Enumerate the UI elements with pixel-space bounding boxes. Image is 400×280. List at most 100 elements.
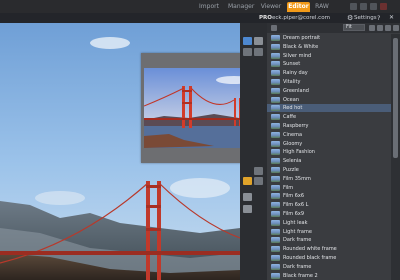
preset-thumbnail — [271, 219, 280, 226]
preset-item[interactable]: Film 6x6 — [267, 192, 391, 200]
brush-icon[interactable] — [254, 48, 263, 56]
preset-label: Puzzle — [283, 167, 299, 173]
restore-icon[interactable] — [370, 3, 377, 10]
scroll-thumb[interactable] — [393, 38, 398, 158]
star-icon[interactable] — [254, 177, 263, 185]
preset-label: Sunset — [283, 61, 301, 68]
preset-thumbnail — [271, 140, 280, 147]
layers-icon[interactable] — [243, 48, 252, 56]
preset-item[interactable]: Gloomy — [267, 140, 391, 148]
preset-item[interactable]: Rounded black frame — [267, 254, 391, 262]
preset-scrollbar[interactable] — [391, 34, 400, 280]
preset-thumbnail — [271, 184, 280, 191]
preset-item[interactable]: Silver mind — [267, 52, 391, 60]
effects-icon[interactable] — [254, 167, 263, 175]
preset-list: Dream portrait Black & White Silver mind Su… — [267, 34, 391, 280]
preset-item[interactable]: Black & White — [267, 43, 391, 51]
preset-label: Light frame — [283, 228, 312, 235]
preset-thumbnail — [271, 61, 280, 68]
text-icon[interactable] — [243, 205, 252, 213]
preset-thumbnail — [271, 79, 280, 85]
preset-label: Selenia — [283, 158, 302, 165]
preset-item[interactable]: Caffe — [267, 113, 391, 121]
preset-thumbnail — [271, 237, 280, 244]
preset-thumbnail — [271, 167, 280, 173]
preset-label: Greenland — [283, 87, 309, 94]
presets-panel: Fit Dream portrait Black & White Silver mi… — [267, 23, 400, 280]
preset-item[interactable]: Dream portrait — [267, 34, 391, 42]
tab-manager[interactable]: Manager — [228, 2, 254, 12]
preset-item[interactable]: Black frame 2 — [267, 272, 391, 280]
preset-item[interactable]: Film — [267, 184, 391, 192]
preset-item[interactable]: High Fashion — [267, 148, 391, 156]
preset-item[interactable]: Rainy day — [267, 69, 391, 77]
preset-item[interactable]: Sunset — [267, 60, 391, 68]
preset-item[interactable]: Dark frame — [267, 263, 391, 271]
preset-thumbnail — [271, 35, 280, 41]
preset-item[interactable]: Greenland — [267, 87, 391, 95]
compare-icon[interactable] — [385, 25, 391, 31]
app-window: Import Manager Viewer Editor RAW PRO eck… — [0, 0, 400, 280]
preset-thumbnail — [271, 70, 280, 77]
preset-label: Rainy day — [283, 70, 308, 77]
settings-link[interactable]: Settings — [354, 14, 377, 22]
preset-thumbnail — [271, 246, 280, 253]
folder-icon[interactable] — [271, 25, 277, 31]
crop-icon[interactable] — [254, 37, 263, 45]
preset-thumbnail — [271, 87, 280, 94]
preset-label: Black frame 2 — [283, 272, 318, 279]
preset-thumbnail — [271, 114, 280, 121]
preset-item[interactable]: Dark frame — [267, 236, 391, 244]
preset-thumbnail — [271, 263, 280, 270]
preset-item[interactable]: Rounded white frame — [267, 245, 391, 253]
adjust-icon[interactable] — [243, 37, 252, 45]
preset-item[interactable]: Film 6x9 — [267, 210, 391, 218]
preset-item[interactable]: Vitality — [267, 78, 391, 86]
preset-item[interactable]: Raspberry — [267, 122, 391, 130]
zoom-dropdown[interactable]: Fit — [343, 24, 365, 31]
favorites-icon[interactable] — [243, 177, 252, 185]
preset-thumbnail — [271, 105, 280, 112]
preset-label: Film 6x9 — [283, 211, 305, 217]
preset-thumbnail — [271, 123, 280, 129]
preset-item[interactable]: Ocean — [267, 96, 391, 104]
frame-icon[interactable] — [243, 193, 252, 201]
preset-label: Black & White — [283, 43, 319, 50]
preset-label: Dream portrait — [283, 35, 321, 41]
maximize-icon[interactable] — [360, 3, 367, 10]
close-window-icon[interactable] — [380, 3, 387, 10]
preset-thumbnail — [271, 149, 280, 156]
preset-thumbnail — [271, 211, 280, 217]
preset-item[interactable]: Film 6x6 L — [267, 201, 391, 209]
pro-badge: PRO — [259, 15, 272, 21]
preset-item[interactable]: Cinema — [267, 131, 391, 139]
preset-item[interactable]: Light frame — [267, 228, 391, 236]
gear-icon[interactable]: ⚙ — [347, 14, 353, 22]
preset-label: Gloomy — [283, 140, 303, 147]
close-icon[interactable]: ✕ — [389, 14, 394, 22]
tab-editor[interactable]: Editor — [287, 2, 310, 12]
preset-thumbnail — [271, 202, 280, 209]
preset-thumbnail — [271, 158, 280, 165]
account-email[interactable]: eck.piper@corel.com — [272, 14, 330, 22]
tab-import[interactable]: Import — [198, 2, 220, 12]
help-icon[interactable]: ? — [377, 14, 380, 22]
preset-item[interactable]: Red hot — [267, 104, 391, 113]
preset-label: Film — [283, 184, 294, 191]
preset-item[interactable]: Selenia — [267, 157, 391, 165]
tab-raw[interactable]: RAW — [314, 2, 330, 12]
preset-item[interactable]: Puzzle — [267, 166, 391, 174]
preset-label: Vitality — [283, 79, 301, 85]
fullscreen-icon[interactable] — [393, 25, 399, 31]
preset-label: Rounded black frame — [283, 255, 337, 261]
grid-icon[interactable] — [377, 25, 383, 31]
minimize-icon[interactable] — [350, 3, 357, 10]
view-icon[interactable] — [369, 25, 375, 31]
account-bar: PRO eck.piper@corel.com ⚙ Settings ? ✕ — [0, 13, 400, 23]
preset-item[interactable]: Film 35mm — [267, 175, 391, 183]
zoom-value: Fit — [346, 24, 352, 30]
preset-item[interactable]: Light leak — [267, 219, 391, 227]
tab-viewer[interactable]: Viewer — [260, 2, 282, 12]
preset-label: Rounded white frame — [283, 246, 337, 253]
preset-thumbnail — [271, 193, 280, 200]
